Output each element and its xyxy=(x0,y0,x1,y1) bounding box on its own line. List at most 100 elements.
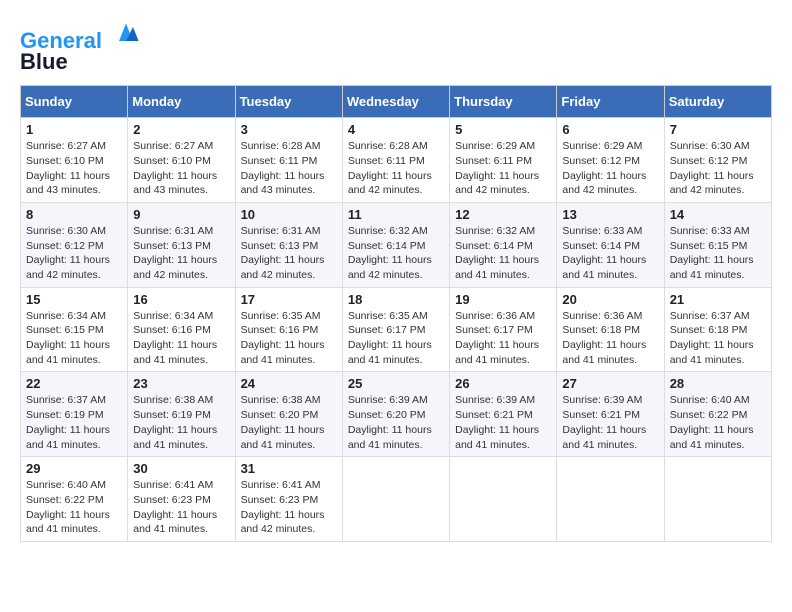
day-number: 9 xyxy=(133,207,229,222)
weekday-header-row: SundayMondayTuesdayWednesdayThursdayFrid… xyxy=(21,86,772,118)
day-info: Sunrise: 6:37 AMSunset: 6:18 PMDaylight:… xyxy=(670,309,766,368)
day-number: 1 xyxy=(26,122,122,137)
empty-cell xyxy=(450,457,557,542)
logo: General Blue xyxy=(20,20,140,75)
day-info: Sunrise: 6:34 AMSunset: 6:15 PMDaylight:… xyxy=(26,309,122,368)
calendar-day-10: 10 Sunrise: 6:31 AMSunset: 6:13 PMDayligh… xyxy=(235,202,342,287)
day-info: Sunrise: 6:33 AMSunset: 6:14 PMDaylight:… xyxy=(562,224,658,283)
calendar-day-5: 5 Sunrise: 6:29 AMSunset: 6:11 PMDaylight… xyxy=(450,118,557,203)
day-number: 7 xyxy=(670,122,766,137)
day-info: Sunrise: 6:27 AMSunset: 6:10 PMDaylight:… xyxy=(133,139,229,198)
day-info: Sunrise: 6:39 AMSunset: 6:21 PMDaylight:… xyxy=(562,393,658,452)
day-info: Sunrise: 6:33 AMSunset: 6:15 PMDaylight:… xyxy=(670,224,766,283)
empty-cell xyxy=(342,457,449,542)
weekday-tuesday: Tuesday xyxy=(235,86,342,118)
day-info: Sunrise: 6:40 AMSunset: 6:22 PMDaylight:… xyxy=(670,393,766,452)
day-info: Sunrise: 6:41 AMSunset: 6:23 PMDaylight:… xyxy=(133,478,229,537)
calendar-table: SundayMondayTuesdayWednesdayThursdayFrid… xyxy=(20,85,772,542)
day-number: 21 xyxy=(670,292,766,307)
day-number: 29 xyxy=(26,461,122,476)
calendar-day-19: 19 Sunrise: 6:36 AMSunset: 6:17 PMDayligh… xyxy=(450,287,557,372)
calendar-day-31: 31Sunrise: 6:41 AMSunset: 6:23 PMDayligh… xyxy=(235,457,342,542)
calendar-day-27: 27Sunrise: 6:39 AMSunset: 6:21 PMDayligh… xyxy=(557,372,664,457)
day-number: 22 xyxy=(26,376,122,391)
day-info: Sunrise: 6:37 AMSunset: 6:19 PMDaylight:… xyxy=(26,393,122,452)
day-number: 18 xyxy=(348,292,444,307)
calendar-day-7: 7Sunrise: 6:30 AMSunset: 6:12 PMDaylight… xyxy=(664,118,771,203)
calendar-day-30: 30 Sunrise: 6:41 AMSunset: 6:23 PMDayligh… xyxy=(128,457,235,542)
logo-icon xyxy=(112,20,140,48)
day-info: Sunrise: 6:39 AMSunset: 6:20 PMDaylight:… xyxy=(348,393,444,452)
calendar-day-25: 25 Sunrise: 6:39 AMSunset: 6:20 PMDayligh… xyxy=(342,372,449,457)
day-info: Sunrise: 6:32 AMSunset: 6:14 PMDaylight:… xyxy=(455,224,551,283)
day-number: 8 xyxy=(26,207,122,222)
day-number: 17 xyxy=(241,292,337,307)
calendar-day-16: 16 Sunrise: 6:34 AMSunset: 6:16 PMDayligh… xyxy=(128,287,235,372)
calendar-day-12: 12 Sunrise: 6:32 AMSunset: 6:14 PMDayligh… xyxy=(450,202,557,287)
day-info: Sunrise: 6:30 AMSunset: 6:12 PMDaylight:… xyxy=(26,224,122,283)
calendar-day-3: 3 Sunrise: 6:28 AMSunset: 6:11 PMDaylight… xyxy=(235,118,342,203)
weekday-saturday: Saturday xyxy=(664,86,771,118)
day-info: Sunrise: 6:38 AMSunset: 6:19 PMDaylight:… xyxy=(133,393,229,452)
day-info: Sunrise: 6:39 AMSunset: 6:21 PMDaylight:… xyxy=(455,393,551,452)
weekday-sunday: Sunday xyxy=(21,86,128,118)
day-number: 23 xyxy=(133,376,229,391)
calendar-day-6: 6 Sunrise: 6:29 AMSunset: 6:12 PMDaylight… xyxy=(557,118,664,203)
calendar-day-11: 11 Sunrise: 6:32 AMSunset: 6:14 PMDayligh… xyxy=(342,202,449,287)
day-number: 25 xyxy=(348,376,444,391)
day-info: Sunrise: 6:32 AMSunset: 6:14 PMDaylight:… xyxy=(348,224,444,283)
day-info: Sunrise: 6:34 AMSunset: 6:16 PMDaylight:… xyxy=(133,309,229,368)
day-info: Sunrise: 6:28 AMSunset: 6:11 PMDaylight:… xyxy=(241,139,337,198)
calendar-day-20: 20 Sunrise: 6:36 AMSunset: 6:18 PMDayligh… xyxy=(557,287,664,372)
calendar-day-9: 9 Sunrise: 6:31 AMSunset: 6:13 PMDaylight… xyxy=(128,202,235,287)
day-info: Sunrise: 6:38 AMSunset: 6:20 PMDaylight:… xyxy=(241,393,337,452)
weekday-wednesday: Wednesday xyxy=(342,86,449,118)
day-info: Sunrise: 6:27 AMSunset: 6:10 PMDaylight:… xyxy=(26,139,122,198)
calendar-day-28: 28 Sunrise: 6:40 AMSunset: 6:22 PMDayligh… xyxy=(664,372,771,457)
day-number: 10 xyxy=(241,207,337,222)
calendar-day-29: 29 Sunrise: 6:40 AMSunset: 6:22 PMDayligh… xyxy=(21,457,128,542)
day-number: 26 xyxy=(455,376,551,391)
day-number: 5 xyxy=(455,122,551,137)
day-number: 12 xyxy=(455,207,551,222)
calendar-week-1: 1 Sunrise: 6:27 AMSunset: 6:10 PMDaylight… xyxy=(21,118,772,203)
day-number: 4 xyxy=(348,122,444,137)
day-number: 24 xyxy=(241,376,337,391)
calendar-day-14: 14 Sunrise: 6:33 AMSunset: 6:15 PMDayligh… xyxy=(664,202,771,287)
calendar-day-18: 18Sunrise: 6:35 AMSunset: 6:17 PMDayligh… xyxy=(342,287,449,372)
day-number: 6 xyxy=(562,122,658,137)
day-info: Sunrise: 6:36 AMSunset: 6:17 PMDaylight:… xyxy=(455,309,551,368)
day-info: Sunrise: 6:29 AMSunset: 6:11 PMDaylight:… xyxy=(455,139,551,198)
day-info: Sunrise: 6:36 AMSunset: 6:18 PMDaylight:… xyxy=(562,309,658,368)
day-number: 15 xyxy=(26,292,122,307)
calendar-week-5: 29 Sunrise: 6:40 AMSunset: 6:22 PMDayligh… xyxy=(21,457,772,542)
day-number: 2 xyxy=(133,122,229,137)
day-number: 11 xyxy=(348,207,444,222)
calendar-week-3: 15 Sunrise: 6:34 AMSunset: 6:15 PMDayligh… xyxy=(21,287,772,372)
calendar-day-15: 15 Sunrise: 6:34 AMSunset: 6:15 PMDayligh… xyxy=(21,287,128,372)
day-info: Sunrise: 6:31 AMSunset: 6:13 PMDaylight:… xyxy=(133,224,229,283)
calendar-header: SundayMondayTuesdayWednesdayThursdayFrid… xyxy=(21,86,772,118)
calendar-day-21: 21 Sunrise: 6:37 AMSunset: 6:18 PMDayligh… xyxy=(664,287,771,372)
day-info: Sunrise: 6:31 AMSunset: 6:13 PMDaylight:… xyxy=(241,224,337,283)
day-info: Sunrise: 6:40 AMSunset: 6:22 PMDaylight:… xyxy=(26,478,122,537)
empty-cell xyxy=(664,457,771,542)
calendar-day-8: 8 Sunrise: 6:30 AMSunset: 6:12 PMDaylight… xyxy=(21,202,128,287)
day-number: 14 xyxy=(670,207,766,222)
day-number: 16 xyxy=(133,292,229,307)
day-info: Sunrise: 6:29 AMSunset: 6:12 PMDaylight:… xyxy=(562,139,658,198)
day-number: 3 xyxy=(241,122,337,137)
calendar-day-26: 26 Sunrise: 6:39 AMSunset: 6:21 PMDayligh… xyxy=(450,372,557,457)
calendar-day-24: 24 Sunrise: 6:38 AMSunset: 6:20 PMDayligh… xyxy=(235,372,342,457)
weekday-monday: Monday xyxy=(128,86,235,118)
calendar-day-2: 2 Sunrise: 6:27 AMSunset: 6:10 PMDaylight… xyxy=(128,118,235,203)
day-info: Sunrise: 6:35 AMSunset: 6:16 PMDaylight:… xyxy=(241,309,337,368)
weekday-friday: Friday xyxy=(557,86,664,118)
day-info: Sunrise: 6:28 AMSunset: 6:11 PMDaylight:… xyxy=(348,139,444,198)
calendar-week-2: 8 Sunrise: 6:30 AMSunset: 6:12 PMDaylight… xyxy=(21,202,772,287)
calendar-day-1: 1 Sunrise: 6:27 AMSunset: 6:10 PMDaylight… xyxy=(21,118,128,203)
day-number: 28 xyxy=(670,376,766,391)
day-number: 20 xyxy=(562,292,658,307)
day-number: 19 xyxy=(455,292,551,307)
day-number: 30 xyxy=(133,461,229,476)
